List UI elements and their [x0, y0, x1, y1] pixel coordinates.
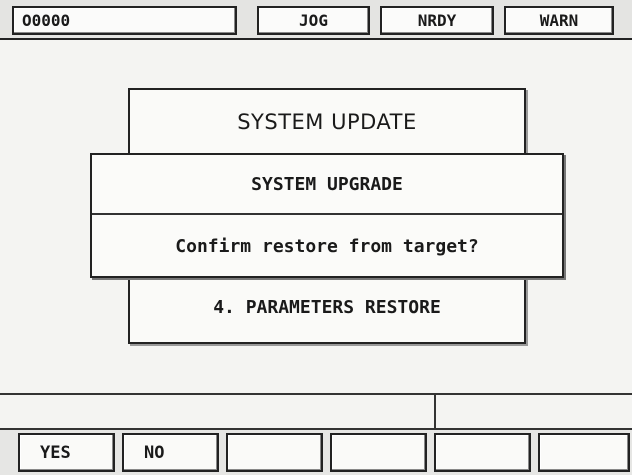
- mode-indicator: JOG: [257, 6, 370, 35]
- confirm-message: Confirm restore from target?: [175, 236, 479, 257]
- softkey-yes[interactable]: YES: [18, 433, 115, 472]
- softkey-no[interactable]: NO: [122, 433, 219, 472]
- parameters-restore-label: 4. PARAMETERS RESTORE: [213, 296, 441, 318]
- key-input-buffer[interactable]: [0, 395, 436, 428]
- input-line: [0, 393, 632, 430]
- ready-status: NRDY: [380, 6, 494, 35]
- parameters-restore-item[interactable]: 4. PARAMETERS RESTORE: [128, 274, 526, 344]
- softkey-5[interactable]: [434, 433, 531, 472]
- softkey-bar: YES NO: [0, 430, 632, 475]
- softkey-4[interactable]: [330, 433, 427, 472]
- warning-status: WARN: [504, 6, 614, 35]
- system-upgrade-title: SYSTEM UPGRADE: [92, 155, 562, 215]
- status-bar: O0000 JOG NRDY WARN: [0, 0, 632, 40]
- message-area: [436, 395, 632, 428]
- softkey-6[interactable]: [538, 433, 630, 472]
- confirm-dialog: SYSTEM UPGRADE Confirm restore from targ…: [90, 153, 564, 278]
- system-update-title: SYSTEM UPDATE: [237, 110, 417, 134]
- system-update-dialog: SYSTEM UPDATE: [128, 88, 526, 159]
- softkey-3[interactable]: [226, 433, 323, 472]
- program-number: O0000: [12, 6, 237, 35]
